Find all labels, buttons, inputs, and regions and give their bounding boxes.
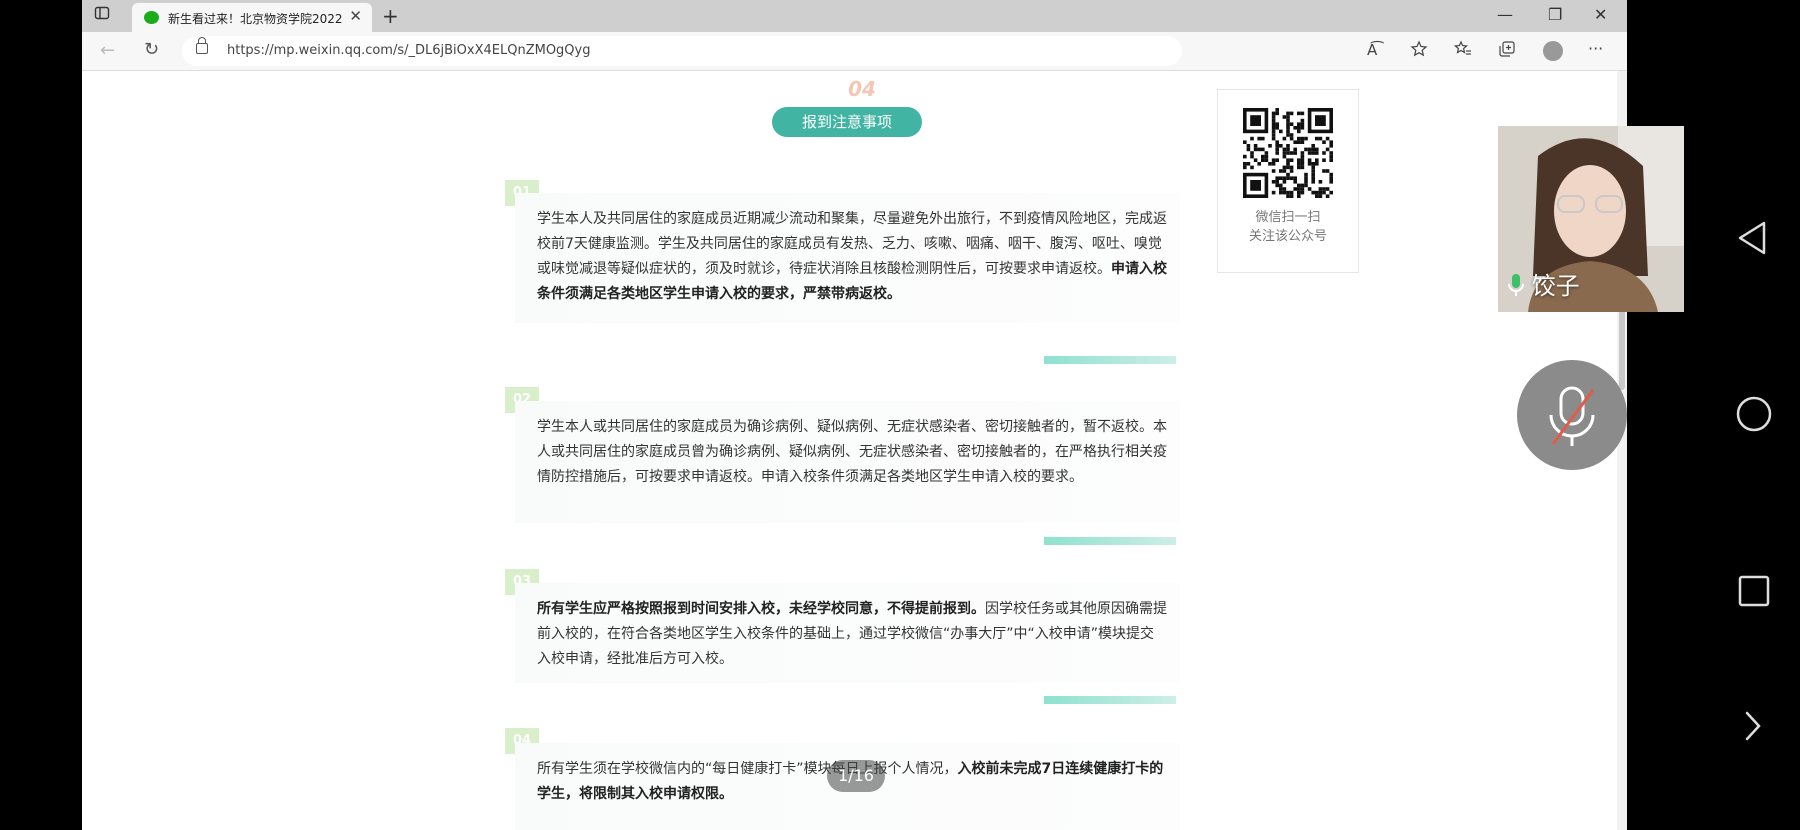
triangle-back-icon[interactable] [1736, 220, 1768, 256]
section-number: 04 [848, 77, 876, 101]
close-window-button[interactable]: ✕ [1594, 5, 1607, 24]
profile-avatar[interactable] [1543, 41, 1563, 61]
collections-icon[interactable] [1498, 40, 1516, 62]
qr-caption: 微信扫一扫 关注该公众号 [1218, 208, 1358, 246]
notice-text: 所有学生应严格按照报到时间安排入校，未经学校同意，不得提前报到。因学校任务或其他… [537, 601, 1167, 667]
qr-code-card: 微信扫一扫 关注该公众号 [1217, 89, 1359, 273]
mic-icon [1508, 274, 1524, 296]
minimize-button[interactable]: — [1497, 5, 1513, 24]
notice-text: 学生本人或共同居住的家庭成员为确诊病例、疑似病例、无症状感染者、密切接触者的，暂… [537, 419, 1167, 485]
tab-strip: 新生看过来！北京物资学院2022 ✕ + — ❐ ✕ [82, 0, 1627, 32]
tab-title: 新生看过来！北京物资学院2022 [168, 12, 343, 26]
presenter-video[interactable]: 饺子 [1498, 126, 1684, 312]
section-title-pill: 报到注意事项 [772, 107, 922, 137]
url-text: https://mp.weixin.qq.com/s/_DL6jBiOxX4EL… [227, 43, 591, 58]
tab-close-icon[interactable]: ✕ [349, 7, 362, 25]
restore-button[interactable]: ❐ [1548, 5, 1562, 24]
lock-icon [196, 37, 208, 54]
address-input[interactable]: https://mp.weixin.qq.com/s/_DL6jBiOxX4EL… [182, 36, 1182, 66]
notice-card: 学生本人及共同居住的家庭成员近期减少流动和聚集，尽量避免外出旅行，不到疫情风险地… [515, 193, 1180, 323]
address-bar-row: ← ↻ https://mp.weixin.qq.com/s/_DL6jBiOx… [82, 32, 1627, 71]
notice-card: 所有学生应严格按照报到时间安排入校，未经学校同意，不得提前报到。因学校任务或其他… [515, 583, 1180, 683]
card-accent-bar [1044, 696, 1176, 704]
wechat-icon [144, 11, 159, 24]
qr-caption-line2: 关注该公众号 [1248, 229, 1327, 244]
card-accent-bar [1044, 537, 1176, 545]
qr-code-image [1243, 108, 1333, 198]
tab-active[interactable]: 新生看过来！北京物资学院2022 ✕ [132, 3, 372, 32]
square-recents-icon[interactable] [1738, 575, 1770, 607]
read-aloud-icon[interactable]: A͡ [1367, 41, 1377, 59]
page-counter: 1/16 [827, 760, 885, 792]
favorite-add-icon[interactable] [1410, 40, 1428, 62]
speaker-name: 饺子 [1531, 272, 1580, 300]
android-nav-bar [1710, 0, 1800, 830]
back-button[interactable]: ← [100, 40, 115, 61]
favorites-icon[interactable] [1453, 40, 1472, 62]
speaker-label: 饺子 [1508, 266, 1580, 301]
circle-home-icon[interactable] [1736, 396, 1772, 432]
notice-card: 学生本人或共同居住的家庭成员为确诊病例、疑似病例、无症状感染者、密切接触者的，暂… [515, 401, 1180, 523]
card-accent-bar [1044, 356, 1176, 364]
mic-muted-icon [1549, 386, 1595, 446]
mic-toggle-button[interactable] [1517, 360, 1627, 470]
notice-text: 学生本人及共同居住的家庭成员近期减少流动和聚集，尽量避免外出旅行，不到疫情风险地… [537, 211, 1167, 302]
browser-window: 新生看过来！北京物资学院2022 ✕ + — ❐ ✕ ← ↻ https://m… [82, 0, 1627, 830]
more-menu-button[interactable]: ··· [1588, 39, 1603, 58]
article-page: 04 报到注意事项 01 学生本人及共同居住的家庭成员近期减少流动和聚集，尽量避… [82, 71, 1617, 830]
new-tab-button[interactable]: + [382, 4, 399, 28]
refresh-button[interactable]: ↻ [144, 39, 159, 60]
chevron-right-icon[interactable] [1743, 710, 1763, 742]
sidebar-icon[interactable] [94, 5, 110, 25]
qr-caption-line1: 微信扫一扫 [1255, 210, 1321, 225]
